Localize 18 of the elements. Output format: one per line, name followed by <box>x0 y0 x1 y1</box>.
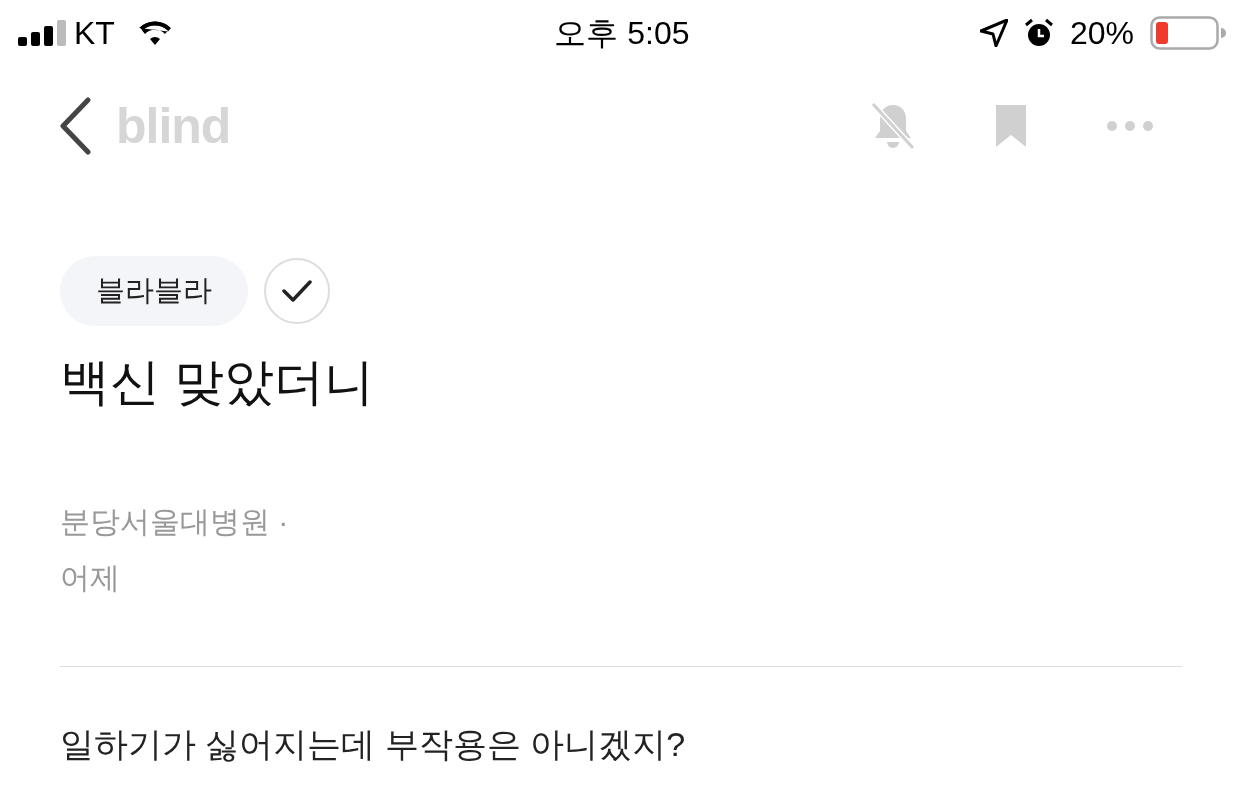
post-body: 일하기가 싫어지는데 부작용은 아니겠지? <box>60 724 687 765</box>
alarm-icon <box>1023 18 1054 48</box>
battery-icon <box>1150 16 1226 50</box>
post-date: 어제 <box>60 560 121 596</box>
location-icon <box>979 19 1008 47</box>
clock-time: 오후 5:05 <box>554 14 690 53</box>
muted-bell-icon[interactable] <box>870 101 916 151</box>
wifi-icon <box>138 21 171 45</box>
back-icon[interactable] <box>58 97 92 155</box>
signal-icon <box>18 20 66 46</box>
check-icon <box>282 280 312 302</box>
author-company: 분당서울대병원 · <box>60 504 290 540</box>
category-tag[interactable]: 블라블라 <box>60 256 248 326</box>
more-icon[interactable] <box>1106 120 1154 132</box>
battery-percent: 20% <box>1069 14 1134 53</box>
post-title: 백신 맞았더니 <box>60 353 375 412</box>
bookmark-icon[interactable] <box>994 103 1028 149</box>
carrier-name: KT <box>74 14 115 53</box>
